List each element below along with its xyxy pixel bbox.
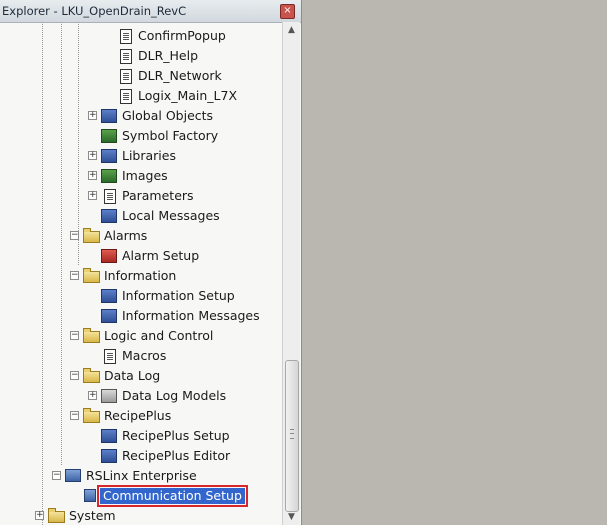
- explorer-title: Explorer - LKU_OpenDrain_RevC: [2, 4, 187, 18]
- tree-item-dlr-help[interactable]: DLR_Help: [0, 46, 282, 66]
- tree-item-communication-setup[interactable]: Communication Setup: [0, 485, 282, 507]
- tree-item-label: Alarm Setup: [122, 248, 200, 263]
- tree-item-information-messages[interactable]: Information Messages: [0, 306, 282, 326]
- tree-item-label: Information Messages: [122, 308, 260, 323]
- global-objects-icon: [101, 109, 117, 123]
- tree-item-logic-and-control[interactable]: − Logic and Control: [0, 326, 282, 346]
- tree-item-label: ConfirmPopup: [138, 28, 226, 43]
- display-doc-icon: [120, 49, 132, 64]
- tree-item-images[interactable]: + Images: [0, 166, 282, 186]
- folder-icon: [83, 368, 100, 383]
- symbol-factory-icon: [101, 129, 117, 143]
- tree-item-label: Data Log Models: [122, 388, 227, 403]
- tree-item-label: RecipePlus: [104, 408, 172, 423]
- display-doc-icon: [120, 69, 132, 84]
- recipeplus-editor-icon: [101, 449, 117, 463]
- tree-item-parameters[interactable]: + Parameters: [0, 186, 282, 206]
- macros-icon: [104, 349, 116, 364]
- scroll-up-arrow-icon[interactable]: ▲: [283, 22, 300, 38]
- explorer-titlebar: Explorer - LKU_OpenDrain_RevC ×: [0, 0, 301, 23]
- tree-item-data-log[interactable]: − Data Log: [0, 366, 282, 386]
- grip-icon: [290, 429, 294, 439]
- explorer-tree: ConfirmPopup DLR_Help DLR_Network Logix_…: [0, 22, 282, 525]
- collapse-minus-icon[interactable]: −: [70, 371, 79, 380]
- tree-item-logix-main[interactable]: Logix_Main_L7X: [0, 86, 282, 106]
- scrollbar-thumb[interactable]: [285, 360, 299, 512]
- parameters-icon: [104, 189, 116, 204]
- tree-item-label: RecipePlus Setup: [122, 428, 230, 443]
- tree-item-label-selected: Communication Setup: [97, 485, 248, 507]
- local-messages-icon: [101, 209, 117, 223]
- vertical-scrollbar[interactable]: ▲ ▼: [282, 22, 300, 525]
- tree-item-global-objects[interactable]: + Global Objects: [0, 106, 282, 126]
- tree-item-label: Alarms: [104, 228, 148, 243]
- alarm-setup-icon: [101, 249, 117, 263]
- folder-icon: [83, 328, 100, 343]
- close-button[interactable]: ×: [280, 4, 295, 19]
- tree-item-confirmpopup[interactable]: ConfirmPopup: [0, 26, 282, 46]
- tree-item-label: DLR_Network: [138, 68, 222, 83]
- tree-item-system[interactable]: + System: [0, 506, 282, 525]
- tree-item-information-setup[interactable]: Information Setup: [0, 286, 282, 306]
- tree-item-label: Local Messages: [122, 208, 220, 223]
- folder-icon: [83, 268, 100, 283]
- display-doc-icon: [120, 29, 132, 44]
- workspace-canvas[interactable]: [302, 0, 607, 525]
- tree-item-label: RecipePlus Editor: [122, 448, 231, 463]
- expand-plus-icon[interactable]: +: [35, 511, 44, 520]
- tree-item-label: Logix_Main_L7X: [138, 88, 238, 103]
- tree-item-label: Data Log: [104, 368, 161, 383]
- tree-item-label: System: [69, 508, 116, 523]
- scroll-down-arrow-icon[interactable]: ▼: [283, 509, 300, 525]
- expand-plus-icon[interactable]: +: [88, 171, 97, 180]
- tree-item-label: Parameters: [122, 188, 194, 203]
- information-setup-icon: [101, 289, 117, 303]
- tree-item-label: Information Setup: [122, 288, 235, 303]
- rslinx-enterprise-icon: [65, 469, 81, 482]
- collapse-minus-icon[interactable]: −: [52, 471, 61, 480]
- tree-item-label: Global Objects: [122, 108, 214, 123]
- tree-item-libraries[interactable]: + Libraries: [0, 146, 282, 166]
- tree-item-label: Information: [104, 268, 177, 283]
- display-doc-icon: [120, 89, 132, 104]
- explorer-pane: Explorer - LKU_OpenDrain_RevC × ConfirmP…: [0, 0, 302, 525]
- images-icon: [101, 169, 117, 183]
- tree-item-alarms[interactable]: − Alarms: [0, 226, 282, 246]
- information-messages-icon: [101, 309, 117, 323]
- data-log-models-icon: [101, 389, 117, 403]
- expand-plus-icon[interactable]: +: [88, 391, 97, 400]
- expand-plus-icon[interactable]: +: [88, 111, 97, 120]
- tree-item-label: Libraries: [122, 148, 176, 163]
- tree-item-label: Symbol Factory: [122, 128, 219, 143]
- tree-item-local-messages[interactable]: Local Messages: [0, 206, 282, 226]
- tree-item-recipeplus-setup[interactable]: RecipePlus Setup: [0, 426, 282, 446]
- communication-setup-icon: [84, 489, 96, 502]
- folder-icon: [83, 228, 100, 243]
- tree-item-symbol-factory[interactable]: Symbol Factory: [0, 126, 282, 146]
- tree-item-recipeplus[interactable]: − RecipePlus: [0, 406, 282, 426]
- tree-item-label: Macros: [122, 348, 167, 363]
- libraries-icon: [101, 149, 117, 163]
- folder-icon: [83, 408, 100, 423]
- tree-item-label: DLR_Help: [138, 48, 199, 63]
- tree-item-alarm-setup[interactable]: Alarm Setup: [0, 246, 282, 266]
- recipeplus-setup-icon: [101, 429, 117, 443]
- expand-plus-icon[interactable]: +: [88, 151, 97, 160]
- tree-item-information[interactable]: − Information: [0, 266, 282, 286]
- expand-plus-icon[interactable]: +: [88, 191, 97, 200]
- collapse-minus-icon[interactable]: −: [70, 231, 79, 240]
- folder-icon: [48, 508, 65, 523]
- tree-item-label: RSLinx Enterprise: [86, 468, 197, 483]
- tree-item-macros[interactable]: Macros: [0, 346, 282, 366]
- tree-item-rslinx-enterprise[interactable]: − RSLinx Enterprise: [0, 466, 282, 486]
- collapse-minus-icon[interactable]: −: [70, 411, 79, 420]
- tree-item-label: Images: [122, 168, 168, 183]
- tree-item-label: Logic and Control: [104, 328, 214, 343]
- tree-item-recipeplus-editor[interactable]: RecipePlus Editor: [0, 446, 282, 466]
- collapse-minus-icon[interactable]: −: [70, 271, 79, 280]
- collapse-minus-icon[interactable]: −: [70, 331, 79, 340]
- tree-item-data-log-models[interactable]: + Data Log Models: [0, 386, 282, 406]
- tree-item-dlr-network[interactable]: DLR_Network: [0, 66, 282, 86]
